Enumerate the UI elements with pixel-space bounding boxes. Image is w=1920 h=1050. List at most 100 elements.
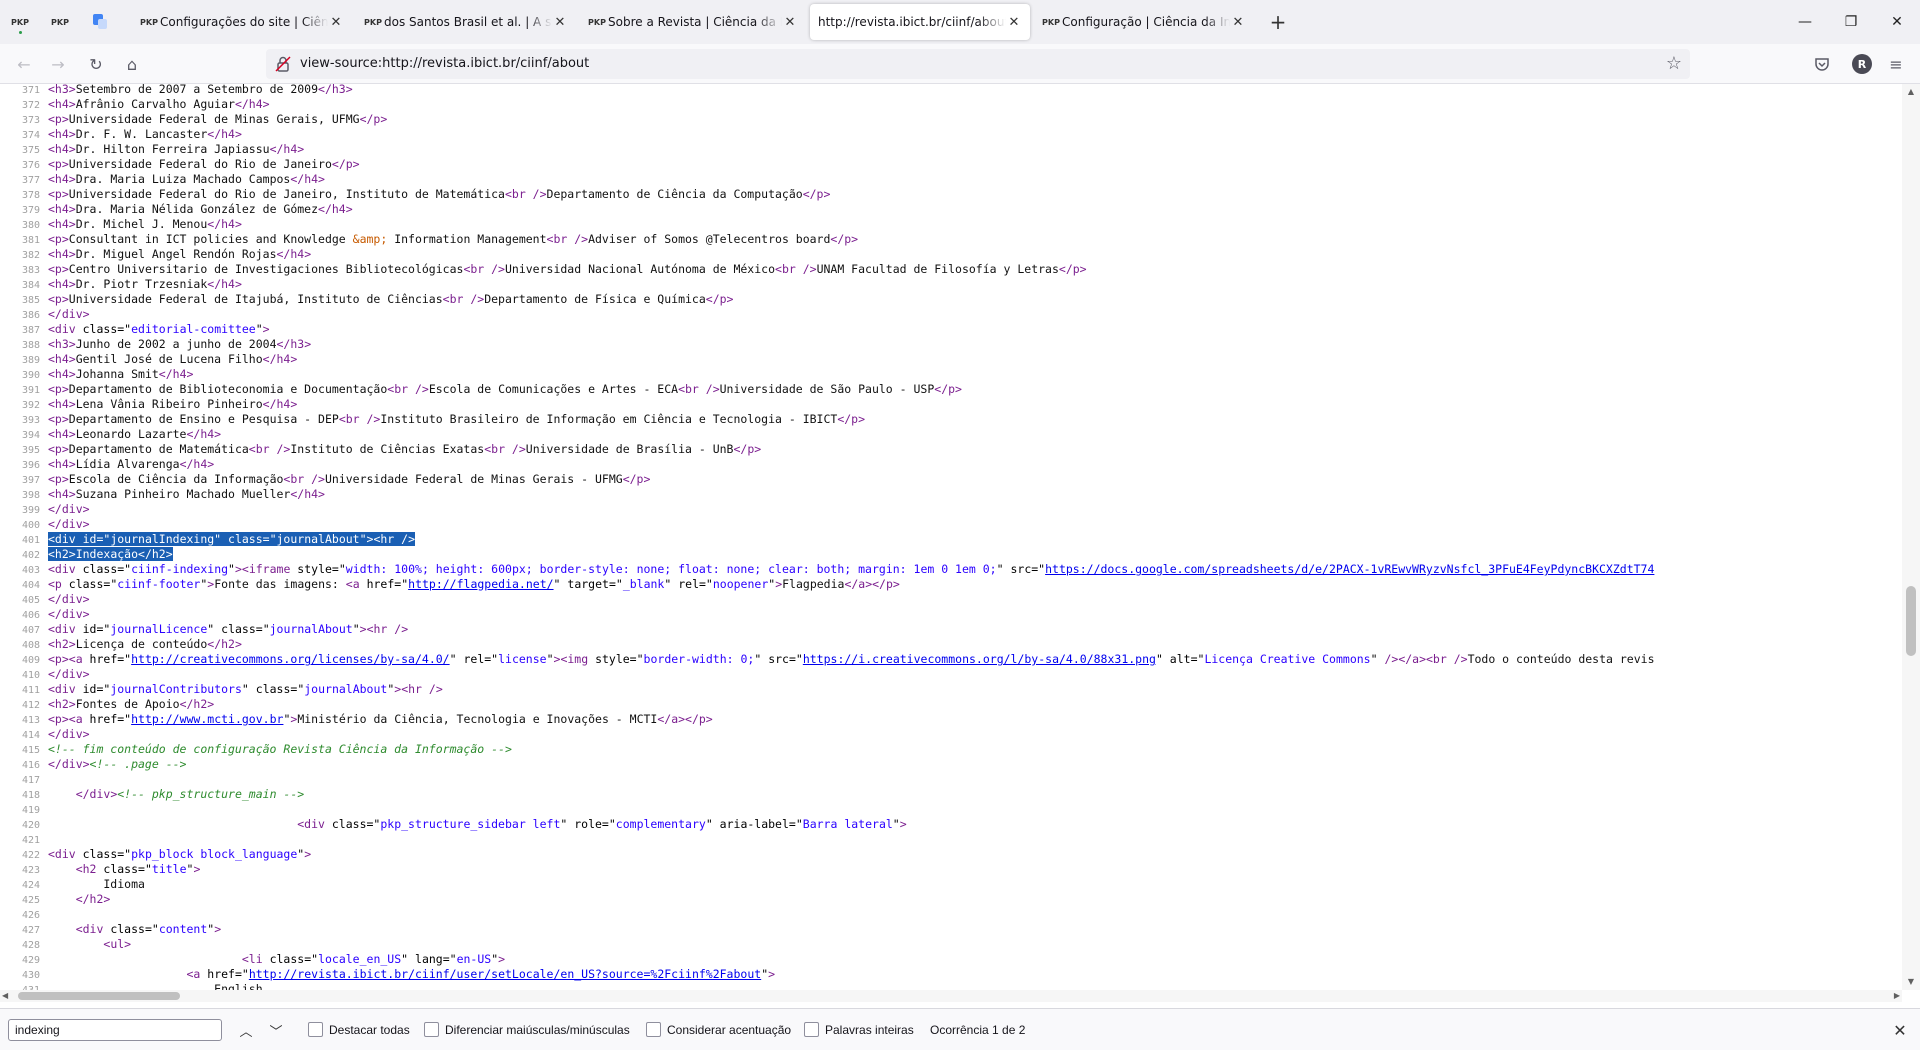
pocket-icon[interactable] [1814,56,1830,72]
source-text: <p>Universidade Federal de Itajubá, Inst… [48,292,733,306]
checkbox-box[interactable] [646,1022,661,1037]
source-token: " [705,577,713,591]
source-token: Afrânio Carvalho Aguiar [75,97,235,111]
source-token: <h4> [48,202,76,216]
source-token: </h4> [290,172,325,186]
scrollbar-thumb[interactable] [18,992,180,1000]
menu-button[interactable]: ≡ [1882,50,1910,78]
source-link[interactable]: http://revista.ibict.br/ciinf/user/setLo… [249,967,761,981]
tab-close-icon[interactable]: ✕ [1006,15,1022,30]
line-number: 398 [21,490,40,501]
scrollbar-thumb[interactable] [1906,586,1916,656]
source-token: class= [214,622,263,636]
source-token: class= [68,577,111,591]
source-token: locale_en_US [318,952,402,966]
source-text: <h4>Dr. Hilton Ferreira Japiassu</h4> [48,142,304,156]
source-token: Universidade Federal de Minas Gerais, UF… [68,112,360,126]
source-text: English [48,982,262,990]
source-token: Universidade Federal do Rio de Janeiro, … [68,187,505,201]
checkbox-box[interactable] [804,1022,819,1037]
source-token: </h4> [262,352,298,366]
source-text: <h4>Gentil José de Lucena Filho</h4> [48,352,297,366]
restore-button[interactable]: ❐ [1828,0,1874,44]
find-input[interactable] [8,1019,222,1041]
line-number: 396 [21,460,40,471]
pinned-tab[interactable]: PKP [2,4,38,40]
source-line: 393 <p>Departamento de Ensino e Pesquisa … [0,412,1902,427]
line-number: 431 [0,983,48,990]
new-tab-button[interactable]: + [1264,8,1292,36]
source-token: alt= [1162,652,1198,666]
source-token: </h3> [318,84,353,96]
forward-button[interactable]: → [44,50,72,78]
source-token: </p> [359,112,388,126]
bookmark-star-icon[interactable]: ☆ [1666,53,1682,74]
scroll-left-icon[interactable]: ◀ [2,990,8,1002]
url-text[interactable]: view-source:http://revista.ibict.br/ciin… [300,56,589,71]
source-text: <h4>Lídia Alvarenga</h4> [48,457,214,471]
address-bar[interactable]: view-source:http://revista.ibict.br/ciin… [266,49,1690,79]
source-token: Universidade Federal de Itajubá, Institu… [68,292,443,306]
source-token: " [892,817,900,831]
source-token: </div> [48,502,90,516]
horizontal-scrollbar[interactable]: ◀ ▶ [0,990,1902,1002]
translate-icon [93,14,107,30]
source-token: id= [82,532,104,546]
scroll-up-icon[interactable]: ▲ [1902,84,1920,100]
tab-configuracoes-site[interactable]: PKP Configurações do site | Ciência da I… [132,4,352,40]
source-link[interactable]: http://creativecommons.org/licenses/by-s… [131,652,450,666]
scroll-right-icon[interactable]: ▶ [1894,990,1900,1002]
tab-dos-santos-brasil[interactable]: PKP dos Santos Brasil et al. | A sustent… [356,4,576,40]
insecure-lock-icon[interactable] [274,55,292,73]
source-token: <!-- fim conteúdo de configuração Revist… [48,742,512,756]
minimize-button[interactable]: — [1782,0,1828,44]
highlight-all-checkbox[interactable]: Destacar todas [308,1022,410,1037]
source-link[interactable]: https://i.creativecommons.org/l/by-sa/4.… [803,652,1156,666]
vertical-scrollbar[interactable]: ▲ ▼ [1902,84,1920,990]
pinned-tab[interactable]: PKP [42,4,78,40]
source-token: <h4> [48,127,76,141]
whole-words-checkbox[interactable]: Palavras inteiras [804,1022,914,1037]
account-avatar[interactable]: R [1852,54,1872,74]
home-button[interactable]: ⌂ [118,50,146,78]
source-link[interactable]: https://docs.google.com/spreadsheets/d/e… [1045,562,1654,576]
source-line: 398 <h4>Suzana Pinheiro Machado Mueller</… [0,487,1902,502]
checkbox-label: Considerar acentuação [667,1022,792,1037]
find-previous-button[interactable]: ︿ [234,1019,258,1041]
tab-configuracao[interactable]: PKP Configuração | Ciência da Informação… [1034,4,1254,40]
line-number: 375 [21,145,40,156]
match-diacritics-checkbox[interactable]: Considerar acentuação [646,1022,791,1037]
pinned-tab-translate[interactable] [82,4,118,40]
source-token: <p><a [48,712,90,726]
match-case-checkbox[interactable]: Diferenciar maiúsculas/minúsculas [424,1022,630,1037]
checkbox-box[interactable] [308,1022,323,1037]
source-token: <!-- .page --> [89,757,187,771]
source-token: " [352,622,360,636]
scroll-down-icon[interactable]: ▼ [1902,974,1920,990]
line-number: 379 [21,205,40,216]
source-token: journalAbout [269,622,353,636]
source-token: </p> [733,442,762,456]
close-window-button[interactable]: ✕ [1874,0,1920,44]
tab-close-icon[interactable]: ✕ [1230,15,1246,30]
back-button[interactable]: ← [10,50,38,78]
reload-button[interactable]: ↻ [82,50,110,78]
find-next-button[interactable]: ﹀ [264,1019,288,1041]
source-text: <h2>Fontes de Apoio</h2> [48,697,214,711]
tab-view-source-about[interactable]: http://revista.ibict.br/ciinf/about ✕ [810,4,1030,40]
source-token: <li [241,952,270,966]
checkbox-box[interactable] [424,1022,439,1037]
close-find-bar-button[interactable]: ✕ [1888,1019,1912,1041]
tab-close-icon[interactable]: ✕ [782,15,798,30]
view-source-content[interactable]: 371 <h3>Setembro de 2007 a Setembro de 20… [0,84,1902,990]
source-link[interactable]: http://www.mcti.gov.br [131,712,283,726]
source-token: " [608,817,616,831]
line-number: 411 [21,685,40,696]
tab-close-icon[interactable]: ✕ [328,15,344,30]
source-link[interactable]: http://flagpedia.net/ [408,577,553,591]
source-text: <h4>Dra. Maria Nélida González de Gómez<… [48,202,353,216]
tab-close-icon[interactable]: ✕ [552,15,568,30]
source-token: </div> [48,757,90,771]
tab-sobre-a-revista[interactable]: PKP Sobre a Revista | Ciência da Informa… [580,4,806,40]
source-token: > [498,952,506,966]
